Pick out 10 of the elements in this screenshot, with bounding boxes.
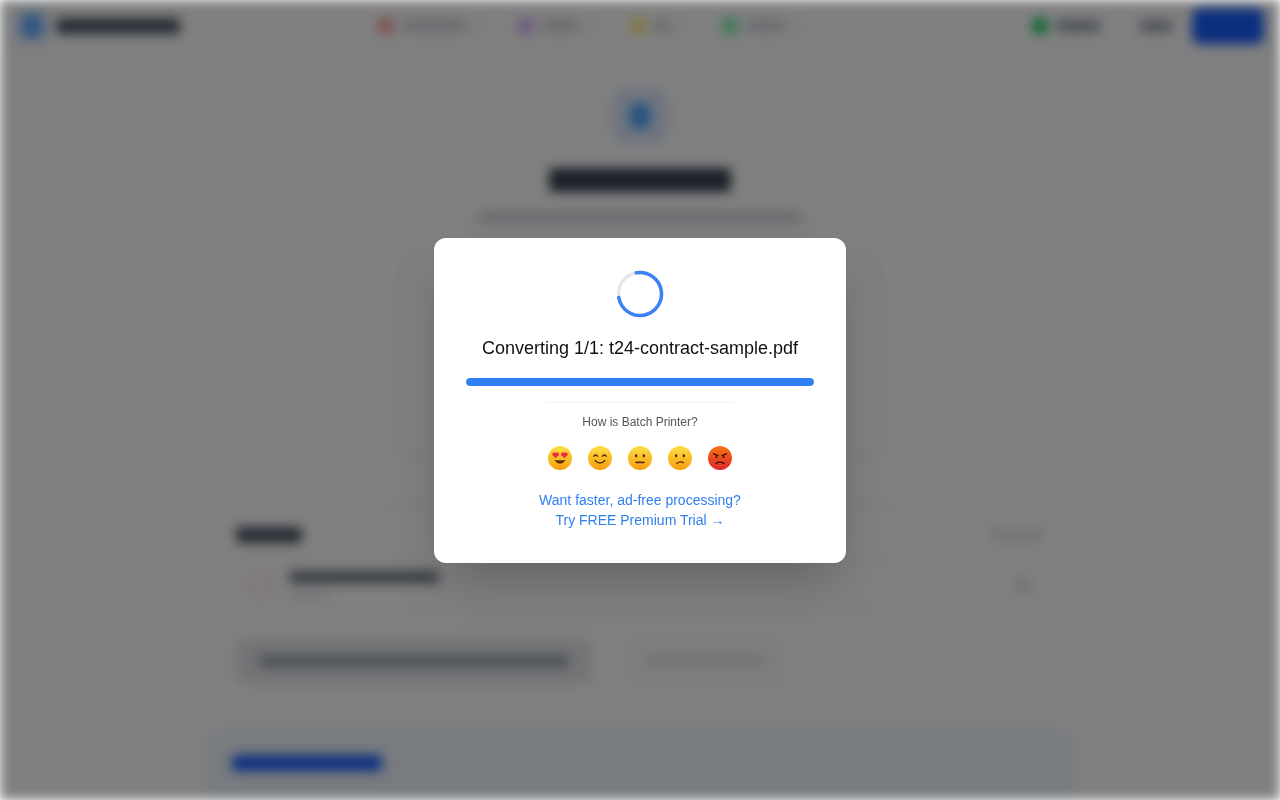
- feedback-question: How is Batch Printer?: [582, 413, 698, 430]
- conversion-status-text: Converting 1/1: t24-contract-sample.pdf: [481, 336, 799, 360]
- upsell-text: Want faster, ad-free processing?: [539, 490, 741, 510]
- loading-spinner-icon: [616, 269, 664, 318]
- heart-eyes-emoji-icon[interactable]: [548, 445, 572, 470]
- smiling-emoji-icon[interactable]: [588, 445, 612, 470]
- neutral-face-emoji-icon[interactable]: [628, 445, 652, 470]
- angry-face-emoji-icon[interactable]: [708, 445, 732, 470]
- frowning-emoji-icon[interactable]: [668, 445, 692, 470]
- premium-trial-link[interactable]: Try FREE Premium Trial →: [555, 509, 725, 530]
